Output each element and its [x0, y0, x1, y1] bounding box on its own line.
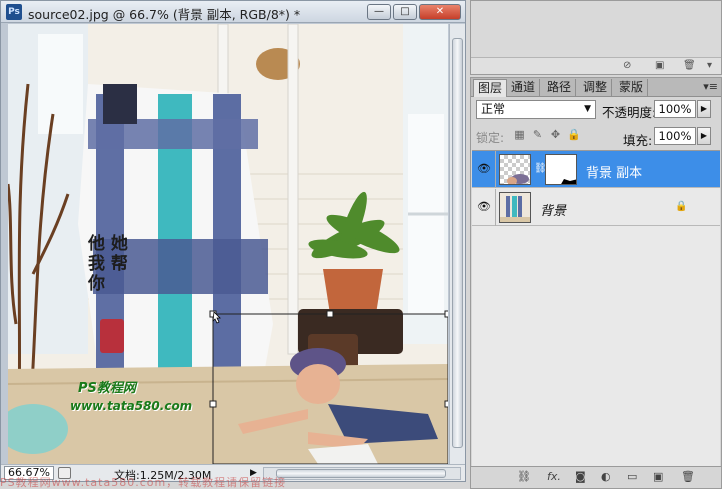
bottom-watermark: PS教程网www.tata580.com，转载教程请保留链接 — [0, 477, 287, 489]
trash-icon[interactable]: 🗑 — [683, 60, 696, 71]
layer-name[interactable]: 背景 — [540, 200, 566, 219]
lock-all-icon[interactable]: 🔒 — [567, 128, 581, 141]
mask-shape — [546, 155, 576, 184]
panel-tabs: 图层 通道 路径 调整 蒙版 ▾≡ — [471, 78, 721, 97]
lock-label: 锁定: — [476, 131, 505, 145]
watermark-site-label: PS教程网 — [78, 381, 136, 396]
upper-panel: ⊘ ▣ 🗑 ▾ — [470, 0, 722, 75]
new-item-icon[interactable]: ▣ — [655, 60, 664, 71]
layer-name[interactable]: 背景 副本 — [586, 162, 642, 181]
minimize-button[interactable]: — — [367, 4, 391, 20]
layer-lock-icon: 🔒 — [675, 201, 688, 212]
photoshop-logo-icon: Ps — [6, 4, 22, 20]
tab-paths[interactable]: 路径 — [543, 79, 577, 97]
tab-layers[interactable]: 图层 — [473, 79, 508, 97]
layer-mask-thumbnail[interactable] — [545, 154, 577, 185]
opacity-label: 不透明度: — [602, 105, 657, 120]
lock-pixels-icon[interactable]: ✎ — [531, 128, 544, 141]
layer-thumbnail-image — [500, 193, 530, 222]
lock-position-icon[interactable]: ✥ — [549, 128, 562, 141]
tab-masks[interactable]: 蒙版 — [615, 79, 649, 97]
panel-menu-icon[interactable]: ▾≡ — [703, 80, 718, 93]
upper-panel-footer: ⊘ ▣ 🗑 ▾ — [471, 57, 721, 74]
fill-slider-button[interactable]: ▶ — [697, 127, 711, 145]
lock-transparency-icon[interactable]: ▦ — [513, 128, 526, 141]
fill-label: 填充: — [623, 133, 653, 148]
watermark-url: www.tata580.com — [70, 399, 193, 413]
watermark-calligraphy: 他 她 我 帮 你 — [88, 234, 128, 294]
close-button[interactable]: ✕ — [419, 4, 461, 20]
fill-input[interactable]: 100% — [654, 127, 696, 145]
document-window: Ps source02.jpg @ 66.7% (背景 副本, RGB/8*) … — [0, 0, 466, 482]
visibility-eye-icon[interactable]: 👁 — [476, 161, 492, 177]
blend-mode-select[interactable]: 正常 ▼ — [476, 100, 596, 119]
layer-row-background-copy[interactable]: 👁 ⛓ 背景 副本 — [472, 151, 720, 188]
visibility-eye-icon[interactable]: 👁 — [476, 199, 492, 215]
tab-channels[interactable]: 通道 — [507, 79, 541, 97]
vertical-scroll-thumb[interactable] — [452, 38, 463, 448]
opacity-input[interactable]: 100% — [654, 100, 696, 118]
no-symbol-icon[interactable]: ⊘ — [623, 60, 631, 71]
chevron-down-icon: ▼ — [584, 104, 591, 114]
tab-adjustments[interactable]: 调整 — [579, 79, 613, 97]
document-titlebar[interactable]: Ps source02.jpg @ 66.7% (背景 副本, RGB/8*) … — [1, 1, 465, 23]
layer-thumbnail-image — [507, 174, 529, 184]
vertical-scrollbar[interactable] — [449, 24, 465, 464]
scroll-down-icon[interactable]: ▾ — [707, 60, 712, 71]
layers-panel: 图层 通道 路径 调整 蒙版 ▾≡ 正常 ▼ 不透明度: 100% ▶ 锁定: … — [470, 77, 722, 489]
photoshop-workspace: Ps source02.jpg @ 66.7% (背景 副本, RGB/8*) … — [0, 0, 722, 489]
image-canvas[interactable]: 他 她 我 帮 你 PS教程网 www.tata580.com — [8, 24, 448, 464]
layer-row-background[interactable]: 👁 背景 🔒 — [472, 189, 720, 226]
layer-list: 👁 ⛓ 背景 副本 👁 背景 🔒 — [472, 150, 720, 468]
document-title: source02.jpg @ 66.7% (背景 副本, RGB/8*) * — [28, 7, 301, 22]
layer-thumbnail — [499, 154, 531, 185]
opacity-slider-button[interactable]: ▶ — [697, 100, 711, 118]
layer-thumbnail — [499, 192, 531, 223]
maximize-button[interactable]: □ — [393, 4, 417, 20]
photo-image — [8, 24, 448, 464]
